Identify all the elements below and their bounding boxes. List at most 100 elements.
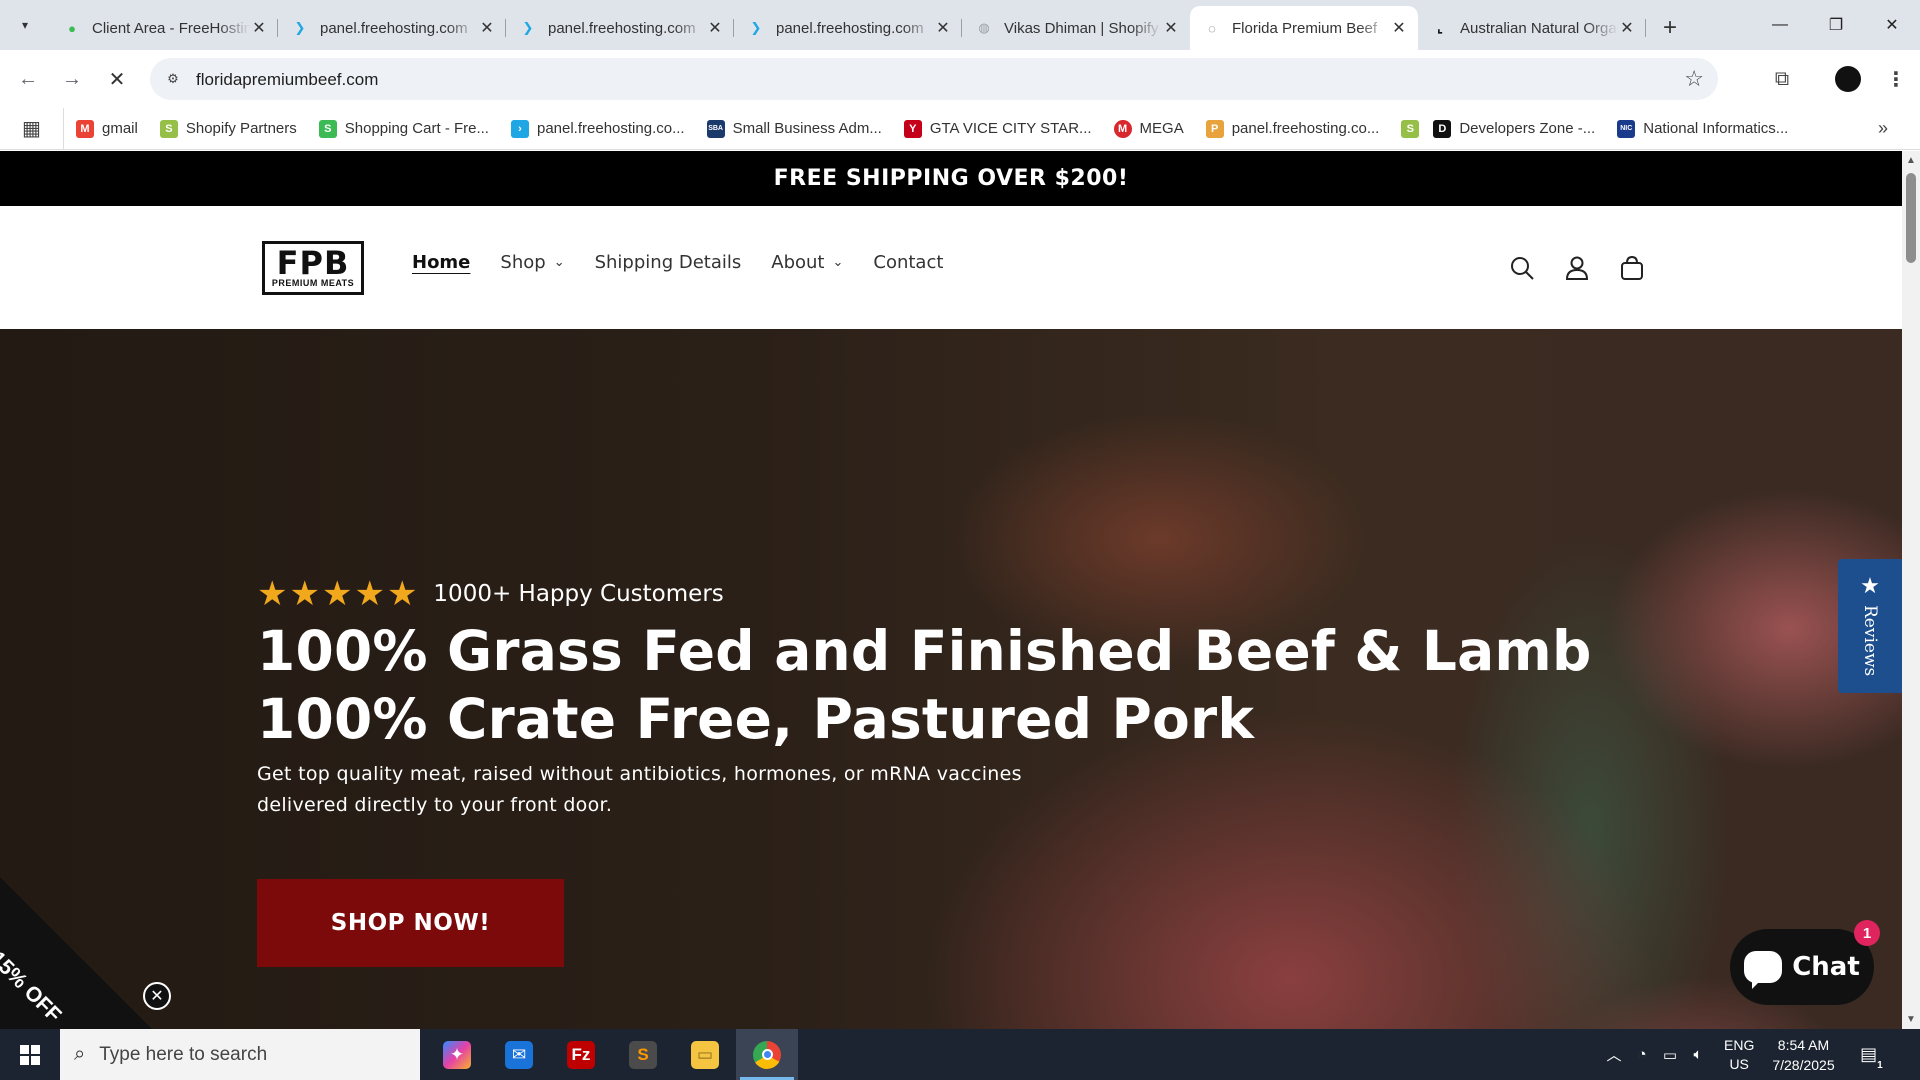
nav-shop[interactable]: Shop ⌄ [500,252,564,273]
bookmark-item[interactable]: S Shopping Cart - Fre... [318,119,489,138]
nav-about-label: About [771,252,825,273]
bookmark-item[interactable]: S Shopify Partners [159,119,297,138]
taskbar-clock[interactable]: 8:54 AM 7/28/2025 [1772,1035,1834,1075]
tab-close-icon[interactable]: ✕ [250,18,268,38]
bookmark-label: Shopping Cart - Fre... [344,120,489,137]
nav-home[interactable]: Home [412,252,470,273]
browser-tab-active[interactable]: ◌ Florida Premium Beef ✕ [1190,6,1418,50]
nav-shipping-details[interactable]: Shipping Details [595,252,742,273]
close-discount-icon[interactable]: ✕ [143,982,171,1010]
bookmark-star-icon[interactable]: ☆ [1684,66,1704,92]
page-scrollbar[interactable]: ▲ ▼ [1902,151,1920,1029]
site-header: FPB PREMIUM MEATS Home Shop ⌄ Shipping De… [0,206,1902,329]
panel-favicon-icon: ❯ [294,20,306,35]
back-icon[interactable]: ← [12,63,44,95]
browser-tab[interactable]: ◍ Vikas Dhiman | Shopify ✕ [962,9,1190,47]
scroll-up-icon[interactable]: ▲ [1906,155,1916,166]
chevron-down-icon: ⌄ [553,255,565,270]
bookmark-item[interactable]: Mgmail [76,119,138,138]
account-icon[interactable] [1549,246,1604,290]
header-icons [1494,246,1659,290]
bookmark-item[interactable]: Ppanel.freehosting.co... [1205,119,1379,138]
tab-title: panel.freehosting.com [776,19,924,37]
more-bookmarks-icon[interactable]: » [1878,118,1888,139]
tray-chevron-up-icon[interactable]: ︿ [1600,1044,1628,1065]
tab-close-icon[interactable]: ✕ [1390,18,1408,38]
bookmark-item[interactable]: SBA Small Business Adm... [706,119,882,138]
extensions-icon[interactable]: ⧉ [1766,63,1798,95]
panel-alt-icon: P [1205,119,1224,138]
nic-icon: NIC [1617,119,1636,138]
window-controls: — ❐ ✕ [1752,0,1920,50]
shop-now-button[interactable]: SHOP NOW! [257,879,564,967]
taskbar-file-explorer[interactable]: ▭ [674,1029,736,1080]
bookmark-item[interactable]: D Developers Zone -... [1433,119,1595,138]
bookmark-label: Shopify Partners [185,120,297,137]
language-indicator[interactable]: ENG US [1724,1036,1754,1074]
scroll-down-icon[interactable]: ▼ [1906,1014,1916,1025]
hero-headline-line1: 100% Grass Fed and Finished Beef & Lamb [257,619,1592,683]
volume-icon[interactable]: 🔈︎ [1684,1046,1712,1063]
taskbar-mail[interactable]: ✉ [488,1029,550,1080]
forward-icon[interactable]: → [56,63,88,95]
main-nav: Home Shop ⌄ Shipping Details About ⌄ Conta… [412,252,973,273]
bookmark-item[interactable]: S [1401,119,1420,138]
notification-count: 1 [1877,1060,1883,1071]
tab-close-icon[interactable]: ✕ [934,18,952,38]
nav-about[interactable]: About ⌄ [771,252,843,273]
browser-tab[interactable]: ⌞ Australian Natural Organic ✕ [1418,9,1646,47]
clock-date: 7/28/2025 [1772,1056,1835,1073]
browser-menu-icon[interactable]: ⋮ [1880,63,1912,95]
tab-close-icon[interactable]: ✕ [1162,18,1180,38]
bookmark-item[interactable]: M MEGA [1113,119,1184,138]
panel-favicon-icon: ❯ [750,20,762,35]
copilot-icon: ✦ [443,1040,471,1069]
reviews-tab[interactable]: ★ Reviews [1838,559,1902,693]
new-tab-button[interactable]: + [1652,10,1688,46]
tab-title: Client Area - FreeHosting [92,19,250,37]
bookmark-item[interactable]: NIC National Informatics... [1617,119,1789,138]
discount-popup-badge[interactable]: 15% OFF [0,877,152,1029]
tab-close-icon[interactable]: ✕ [1618,18,1636,38]
star-icon: ★ [289,575,320,613]
browser-tab[interactable]: ❯ panel.freehosting.com ✕ [506,9,734,47]
taskbar-chrome[interactable] [736,1029,798,1080]
taskbar-filezilla[interactable]: Fz [550,1029,612,1080]
url-text[interactable]: floridapremiumbeef.com [196,70,378,90]
stop-loading-icon[interactable]: ✕ [101,63,133,95]
browser-tab[interactable]: ❯ panel.freehosting.com ✕ [278,9,506,47]
close-window-icon[interactable]: ✕ [1864,0,1920,50]
tab-close-icon[interactable]: ✕ [478,18,496,38]
bookmark-label: MEGA [1139,120,1184,137]
restore-icon[interactable]: ❐ [1808,0,1864,50]
browser-tab[interactable]: ❯ panel.freehosting.com ✕ [734,9,962,47]
profile-avatar[interactable] [1835,66,1861,92]
star-icon: ★ [386,575,418,613]
notification-center-icon[interactable]: ▤ 1 [1849,1044,1889,1071]
bookmark-item[interactable]: Y GTA VICE CITY STAR... [903,119,1092,138]
address-bar[interactable]: ⚙ floridapremiumbeef.com ☆ [150,58,1718,100]
start-button[interactable] [0,1029,60,1080]
bookmark-label: National Informatics... [1643,120,1789,137]
tab-search-chevron-icon[interactable]: ▾ [12,12,38,38]
tab-title: Vikas Dhiman | Shopify [1004,19,1159,37]
bookmark-item[interactable]: › panel.freehosting.co... [510,119,685,138]
cart-icon[interactable] [1604,246,1659,290]
apps-grid-icon[interactable]: ▦ [0,107,64,150]
minimize-icon[interactable]: — [1752,0,1808,50]
nav-contact[interactable]: Contact [873,252,943,273]
chat-button[interactable]: Chat [1730,929,1874,1005]
taskbar-search[interactable]: ⌕ Type here to search [60,1029,420,1080]
star-icon: ★ [321,575,353,613]
taskbar-copilot[interactable]: ✦ [426,1029,488,1080]
star-icon: ★ [1860,573,1880,598]
scroll-thumb[interactable] [1906,173,1916,263]
search-icon[interactable] [1494,246,1549,290]
browser-tab[interactable]: ● Client Area - FreeHosting ✕ [50,9,278,47]
site-logo[interactable]: FPB PREMIUM MEATS [262,241,364,295]
tab-close-icon[interactable]: ✕ [706,18,724,38]
battery-icon[interactable]: ▭ [1656,1046,1684,1064]
network-icon[interactable]: ◔ [1628,1046,1656,1063]
site-info-icon[interactable]: ⚙ [164,70,182,88]
taskbar-sublime[interactable]: S [612,1029,674,1080]
